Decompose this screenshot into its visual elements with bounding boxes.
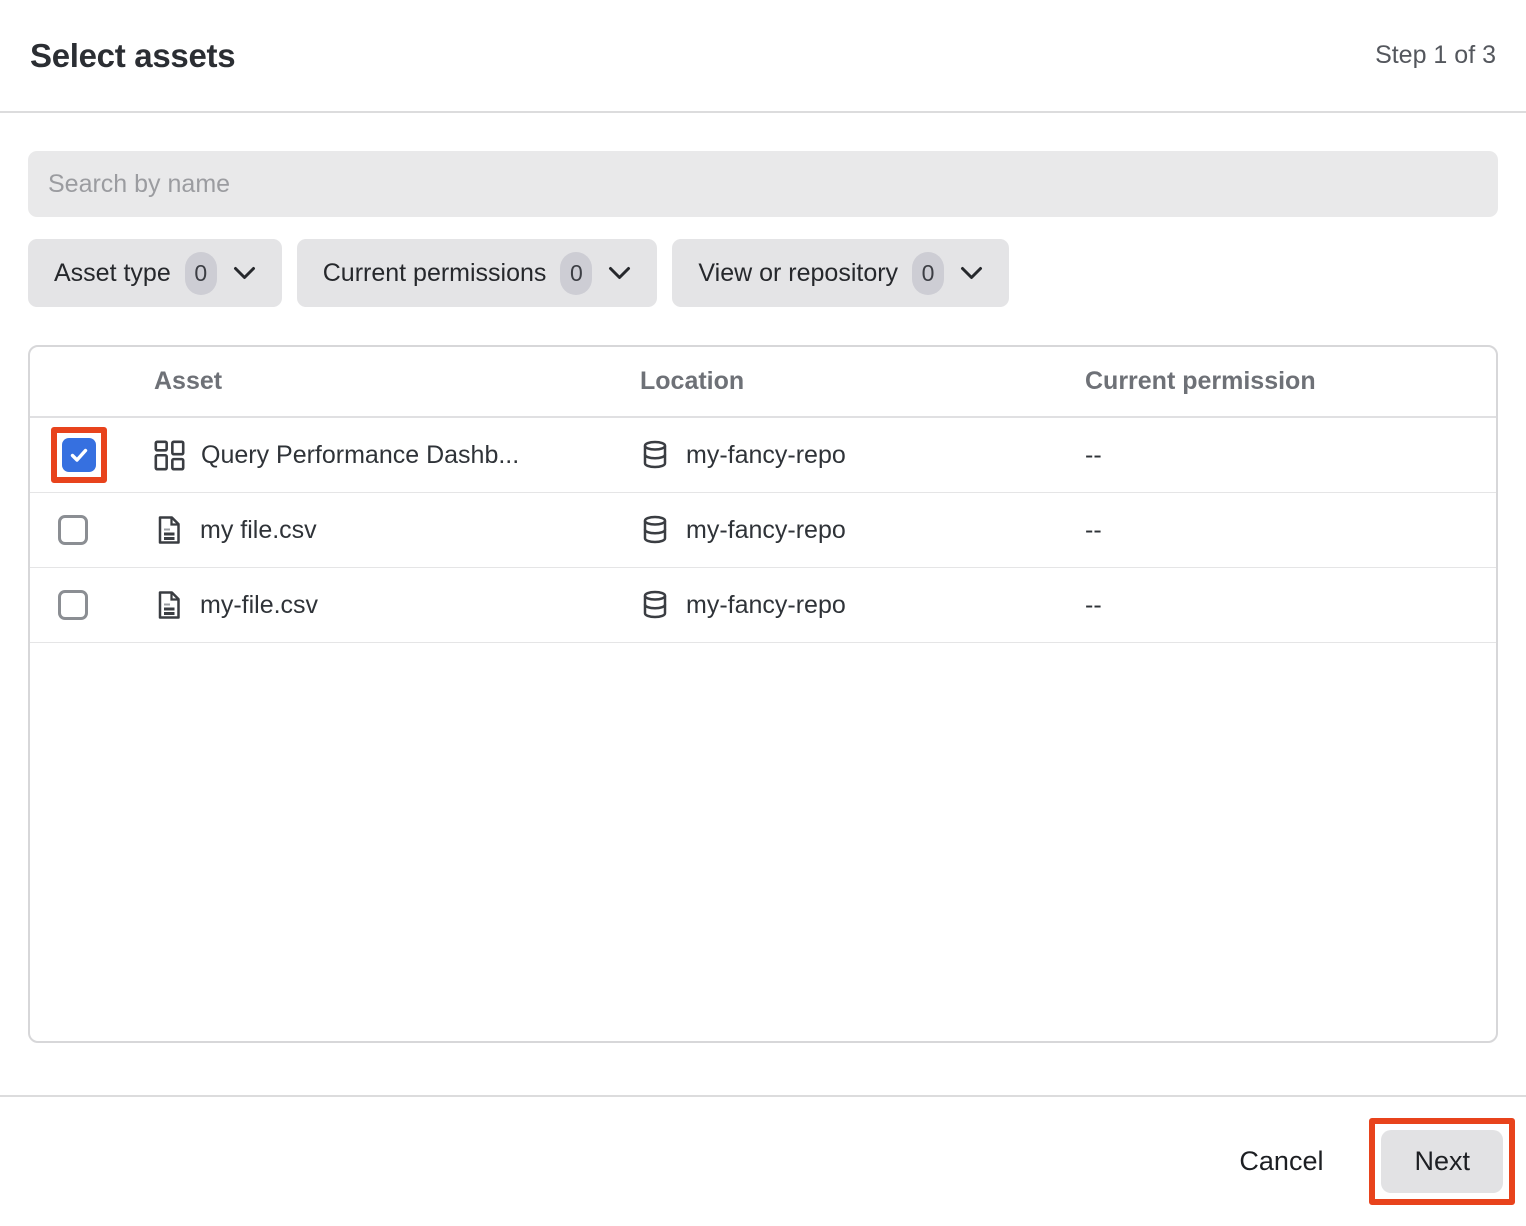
- current-permission-value: --: [1085, 441, 1496, 470]
- asset-cell: Query Performance Dashb...: [154, 440, 640, 471]
- view-or-repository-filter-label: View or repository: [698, 259, 898, 288]
- asset-cell: my-file.csv: [154, 590, 640, 620]
- location-cell: my-fancy-repo: [640, 515, 1085, 545]
- location-cell: my-fancy-repo: [640, 590, 1085, 620]
- table-row: my file.csv my-fancy-repo --: [30, 493, 1496, 568]
- chevron-down-icon: [233, 266, 256, 280]
- cancel-button[interactable]: Cancel: [1233, 1145, 1329, 1178]
- file-icon: [154, 515, 184, 545]
- asset-type-filter-button[interactable]: Asset type 0: [28, 239, 282, 307]
- row-checkbox-unchecked[interactable]: [58, 590, 88, 620]
- location-cell: my-fancy-repo: [640, 440, 1085, 470]
- checkmark-icon: [67, 443, 91, 467]
- row-checkbox-cell: [30, 427, 154, 483]
- row-checkbox-unchecked[interactable]: [58, 515, 88, 545]
- database-icon: [640, 440, 670, 470]
- asset-name: Query Performance Dashb...: [201, 441, 519, 470]
- annotation-highlight-box: [51, 427, 107, 483]
- column-header-current-permission: Current permission: [1085, 367, 1496, 396]
- current-permissions-filter-button[interactable]: Current permissions 0: [297, 239, 658, 307]
- view-or-repository-filter-count-badge: 0: [912, 252, 944, 295]
- chevron-down-icon: [608, 266, 631, 280]
- current-permissions-filter-count-badge: 0: [560, 252, 592, 295]
- annotation-highlight-box: Next: [1369, 1118, 1515, 1205]
- row-checkbox-checked[interactable]: [62, 438, 96, 472]
- column-header-asset: Asset: [154, 367, 640, 396]
- dashboard-icon: [154, 440, 185, 471]
- filter-bar: Asset type 0 Current permissions 0 View …: [28, 239, 1498, 307]
- dialog-footer: Cancel Next: [0, 1095, 1526, 1226]
- step-indicator: Step 1 of 3: [1375, 41, 1496, 70]
- location-name: my-fancy-repo: [686, 516, 846, 545]
- current-permission-value: --: [1085, 591, 1496, 620]
- search-input[interactable]: [28, 151, 1498, 217]
- chevron-down-icon: [960, 266, 983, 280]
- row-checkbox-cell: [30, 590, 154, 620]
- next-button[interactable]: Next: [1381, 1130, 1503, 1193]
- asset-type-filter-label: Asset type: [54, 259, 171, 288]
- assets-table: Asset Location Current permission: [28, 345, 1498, 1043]
- asset-name: my-file.csv: [200, 591, 318, 620]
- current-permissions-filter-label: Current permissions: [323, 259, 547, 288]
- location-name: my-fancy-repo: [686, 441, 846, 470]
- column-header-location: Location: [640, 367, 1085, 396]
- table-header-row: Asset Location Current permission: [30, 347, 1496, 418]
- location-name: my-fancy-repo: [686, 591, 846, 620]
- file-icon: [154, 590, 184, 620]
- database-icon: [640, 590, 670, 620]
- current-permission-value: --: [1085, 516, 1496, 545]
- row-checkbox-cell: [30, 515, 154, 545]
- database-icon: [640, 515, 670, 545]
- page-title: Select assets: [30, 37, 235, 75]
- asset-name: my file.csv: [200, 516, 317, 545]
- asset-cell: my file.csv: [154, 515, 640, 545]
- table-row: Query Performance Dashb... my-fancy-repo…: [30, 418, 1496, 493]
- table-row: my-file.csv my-fancy-repo --: [30, 568, 1496, 643]
- view-or-repository-filter-button[interactable]: View or repository 0: [672, 239, 1009, 307]
- dialog-header: Select assets Step 1 of 3: [0, 0, 1526, 113]
- asset-type-filter-count-badge: 0: [185, 252, 217, 295]
